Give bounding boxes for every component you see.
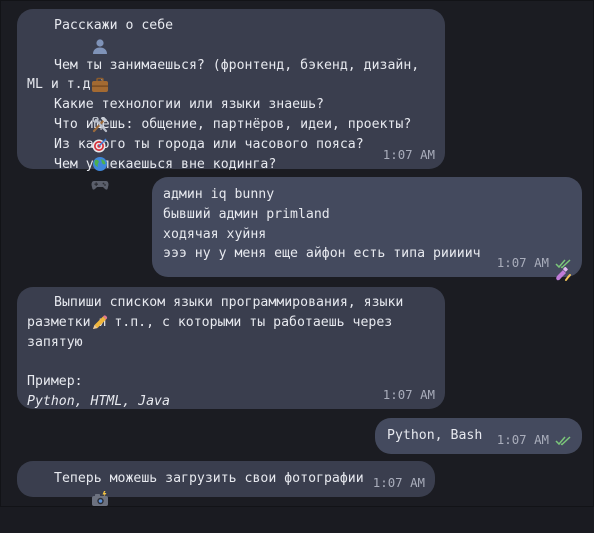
briefcase-icon	[27, 57, 108, 93]
message-line: ходячая хуйня	[163, 226, 267, 242]
message-line: админ iq bunny	[163, 187, 275, 202]
message-time: 1:07 AM	[382, 387, 435, 402]
message-meta: 1:07 AM	[383, 388, 435, 402]
example-line: Python, HTML, Java	[27, 393, 170, 409]
outgoing-message[interactable]: админ iq bunny бывший админ primland ход…	[152, 177, 582, 282]
hammer-and-wrench-icon	[27, 97, 107, 132]
message-time: 1:07 AM	[382, 147, 435, 162]
message-time: 1:07 AM	[496, 255, 549, 270]
pencil-icon	[27, 295, 107, 329]
message-meta: 1:07 AM	[383, 148, 435, 162]
message-meta: 1:07 AM	[497, 433, 572, 447]
message-line: Расскажи о себе	[27, 16, 431, 54]
read-checkmarks-icon	[555, 258, 572, 269]
camera-with-flash-icon	[27, 471, 108, 506]
read-checkmarks-icon	[555, 435, 572, 446]
message-line: Чем ты занимаешься? (фронтенд, бэкенд, д…	[27, 56, 431, 93]
message-meta: 1:07 AM	[373, 476, 425, 490]
chat-history[interactable]: Расскажи о себе Чем ты занимаешься? (фро…	[0, 0, 594, 507]
outgoing-message[interactable]: Python, Bash 1:07 AM	[375, 418, 582, 454]
bust-silhouette-icon	[27, 18, 107, 54]
incoming-message[interactable]: Выпиши списком языки программирования, я…	[17, 287, 445, 409]
message-line: Теперь можешь загрузить свои фотографии	[27, 469, 421, 506]
globe-icon	[27, 137, 107, 172]
message-line: Пример:	[27, 374, 83, 390]
message-line: Выпиши списком языки программирования, я…	[27, 293, 431, 329]
message-line: бывший админ primland	[163, 206, 330, 222]
bullseye-icon	[27, 117, 107, 153]
message-line: запятую	[27, 334, 83, 350]
gamepad-icon	[27, 156, 109, 190]
incoming-message[interactable]: Теперь можешь загрузить свои фотографии …	[17, 461, 435, 506]
message-meta: 1:07 AM	[497, 256, 572, 270]
incoming-message[interactable]: Расскажи о себе Чем ты занимаешься? (фро…	[17, 9, 445, 190]
message-time: 1:07 AM	[372, 475, 425, 490]
message-line: Какие технологии или языки знаешь?	[27, 95, 431, 132]
message-time: 1:07 AM	[496, 432, 549, 447]
